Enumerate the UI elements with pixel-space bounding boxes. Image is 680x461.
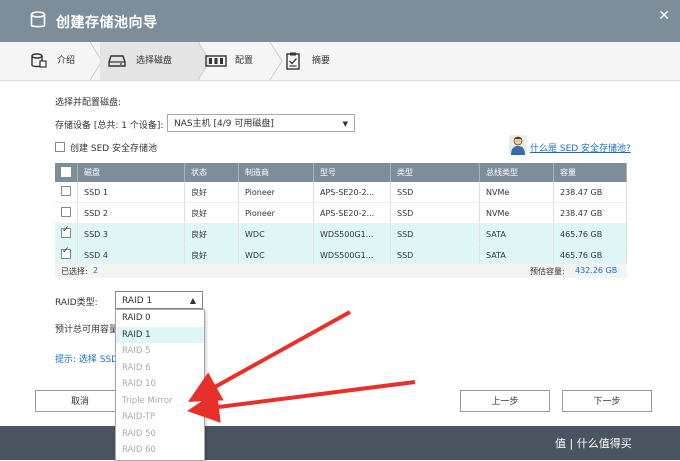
arrow-to-triple-mirror (188, 310, 351, 402)
arrow-to-raid-tp (187, 380, 416, 423)
annotation-arrows (187, 310, 416, 423)
